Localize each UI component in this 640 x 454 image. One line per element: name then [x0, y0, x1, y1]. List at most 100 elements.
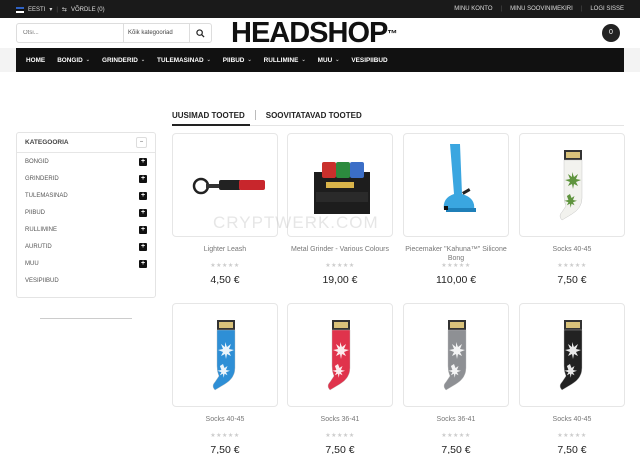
cart-button[interactable]: 0 — [602, 24, 620, 42]
nav-item-tulemasinad[interactable]: TULEMASINAD ⌄ — [157, 57, 211, 64]
wishlist-link[interactable]: MINU SOOVINIMEKIRI — [510, 6, 573, 12]
my-account-link[interactable]: MINU KONTO — [454, 6, 492, 12]
sidebar-item-piibud[interactable]: PIIBUD + — [17, 204, 155, 221]
tab-newest[interactable]: UUSIMAD TOOTED — [172, 111, 245, 120]
product-image[interactable] — [403, 133, 509, 237]
product-price: 4,50 € — [210, 274, 240, 286]
chevron-down-icon: ⌄ — [206, 57, 211, 63]
nav-item-label: HOME — [26, 56, 46, 64]
nav-item-rullimine[interactable]: RULLIMINE ⌄ — [264, 57, 306, 64]
expand-plus-icon[interactable]: + — [139, 208, 147, 217]
cart-count: 0 — [609, 29, 613, 36]
product-price: 19,00 € — [322, 274, 358, 286]
rating-stars-icon: ★★★★★ — [441, 433, 471, 439]
expand-plus-icon[interactable]: + — [139, 225, 147, 234]
sidebar-item-label: MUU — [25, 260, 39, 267]
product-image[interactable] — [519, 303, 625, 407]
language-selector[interactable]: EESTI — [28, 7, 45, 13]
chevron-down-icon: ⌄ — [301, 57, 306, 63]
nav-item-label: GRINDERID — [101, 56, 138, 64]
product-price: 7,50 € — [325, 444, 355, 454]
product-card[interactable]: Socks 36-41 ★★★★★ 7,50 € — [287, 303, 393, 454]
sidebar-item-vesipiibud[interactable]: VESIPIIBUD — [17, 272, 155, 289]
search-input[interactable] — [17, 24, 123, 42]
nav-item-label: BONGID — [57, 56, 83, 64]
expand-plus-icon[interactable]: + — [139, 157, 147, 166]
sidebar-item-tulemasinad[interactable]: TULEMASINAD + — [17, 187, 155, 204]
divider: | — [500, 6, 503, 12]
product-name[interactable]: Metal Grinder - Various Colours — [287, 245, 393, 263]
product-price: 7,50 € — [557, 274, 587, 286]
sidebar-item-bongid[interactable]: BONGID + — [17, 153, 155, 170]
sidebar-item-muu[interactable]: MUU + — [17, 255, 155, 272]
nav-item-vesipiibud[interactable]: VESIPIIBUD — [351, 57, 387, 64]
product-card[interactable]: Metal Grinder - Various Colours ★★★★★ 19,0… — [287, 133, 393, 286]
sidebar-item-label: VESIPIIBUD — [25, 277, 59, 284]
nav-item-label: PIIBUD — [222, 56, 245, 64]
expand-plus-icon[interactable]: + — [139, 259, 147, 268]
compare-link[interactable]: VÕRDLE (0) — [71, 7, 105, 13]
product-card[interactable]: Socks 40-45 ★★★★★ 7,50 € — [519, 133, 625, 286]
sidebar-item-rullimine[interactable]: RULLIMINE + — [17, 221, 155, 238]
product-card[interactable]: Socks 40-45 ★★★★★ 7,50 € — [519, 303, 625, 454]
rating-stars-icon: ★★★★★ — [325, 263, 355, 269]
watermark: CRYPTWERK.COM — [213, 213, 379, 232]
nav-item-home[interactable]: HOME — [26, 57, 45, 64]
product-name[interactable]: Socks 36-41 — [403, 415, 509, 433]
product-name[interactable]: Socks 40-45 — [519, 415, 625, 433]
rating-stars-icon: ★★★★★ — [557, 433, 587, 439]
active-tab-indicator — [172, 124, 250, 126]
rating-stars-icon: ★★★★★ — [325, 433, 355, 439]
product-image[interactable] — [287, 303, 393, 407]
product-name[interactable]: Piecemaker "Kahuna™" Silicone Bong — [403, 245, 509, 263]
sidebar-title: KATEGOORIA — [25, 139, 69, 146]
logo[interactable]: HEADSHOP™ — [231, 16, 397, 50]
expand-plus-icon[interactable]: + — [139, 191, 147, 200]
sidebar-header: KATEGOORIA – — [17, 133, 155, 153]
product-card[interactable]: Socks 36-41 ★★★★★ 7,50 € — [403, 303, 509, 454]
login-link[interactable]: LOGI SISSE — [590, 6, 624, 12]
sidebar-item-label: GRINDERID — [25, 175, 59, 182]
collapse-icon[interactable]: – — [136, 137, 147, 148]
expand-plus-icon[interactable]: + — [139, 174, 147, 183]
product-tabs: UUSIMAD TOOTED SOOVITATAVAD TOOTED — [172, 110, 362, 120]
product-card[interactable]: Piecemaker "Kahuna™" Silicone Bong ★★★★★ 1… — [403, 133, 509, 286]
expand-plus-icon[interactable]: + — [139, 242, 147, 251]
logo-text: HEADSHOP — [231, 17, 388, 49]
product-image[interactable] — [403, 303, 509, 407]
nav-item-label: VESIPIIBUD — [351, 56, 388, 64]
product-name[interactable]: Socks 36-41 — [287, 415, 393, 433]
divider: | — [56, 6, 58, 13]
nav-item-grinderid[interactable]: GRINDERID ⌄ — [102, 57, 145, 64]
nav-item-label: MUU — [317, 56, 333, 64]
sidebar-item-label: RULLIMINE — [25, 226, 58, 233]
product-card[interactable]: Socks 40-45 ★★★★★ 7,50 € — [172, 303, 278, 454]
nav-item-bongid[interactable]: BONGID ⌄ — [57, 57, 90, 64]
nav-item-label: RULLIMINE — [263, 56, 299, 64]
divider — [254, 110, 256, 120]
divider: | — [580, 6, 583, 12]
rating-stars-icon: ★★★★★ — [441, 263, 471, 269]
product-image[interactable] — [519, 133, 625, 237]
sidebar-item-label: BONGID — [25, 158, 49, 165]
product-name[interactable]: Lighter Leash — [172, 245, 278, 263]
nav-item-muu[interactable]: MUU ⌄ — [318, 57, 340, 64]
category-select[interactable]: Kõik kategooriad — [123, 24, 189, 42]
chevron-down-icon: ⌄ — [85, 57, 90, 63]
sidebar-item-aurutid[interactable]: AURUTID + — [17, 238, 155, 255]
search-button[interactable] — [189, 24, 211, 42]
nav-item-piibud[interactable]: PIIBUD ⌄ — [223, 57, 252, 64]
product-price: 7,50 € — [557, 444, 587, 454]
product-name[interactable]: Socks 40-45 — [519, 245, 625, 263]
product-image[interactable] — [172, 303, 278, 407]
tab-recommended[interactable]: SOOVITATAVAD TOOTED — [266, 111, 362, 120]
main-nav: HOME BONGID ⌄ GRINDERID ⌄ TULEMASINAD ⌄ PIIBUD ⌄… — [16, 48, 624, 72]
divider — [40, 318, 132, 319]
product-card[interactable]: Lighter Leash ★★★★★ 4,50 € — [172, 133, 278, 286]
product-name[interactable]: Socks 40-45 — [172, 415, 278, 433]
search-icon — [196, 28, 205, 38]
sidebar-item-label: PIIBUD — [25, 209, 46, 216]
product-price: 7,50 € — [441, 444, 471, 454]
product-price: 7,50 € — [210, 444, 240, 454]
sidebar-item-grinderid[interactable]: GRINDERID + — [17, 170, 155, 187]
